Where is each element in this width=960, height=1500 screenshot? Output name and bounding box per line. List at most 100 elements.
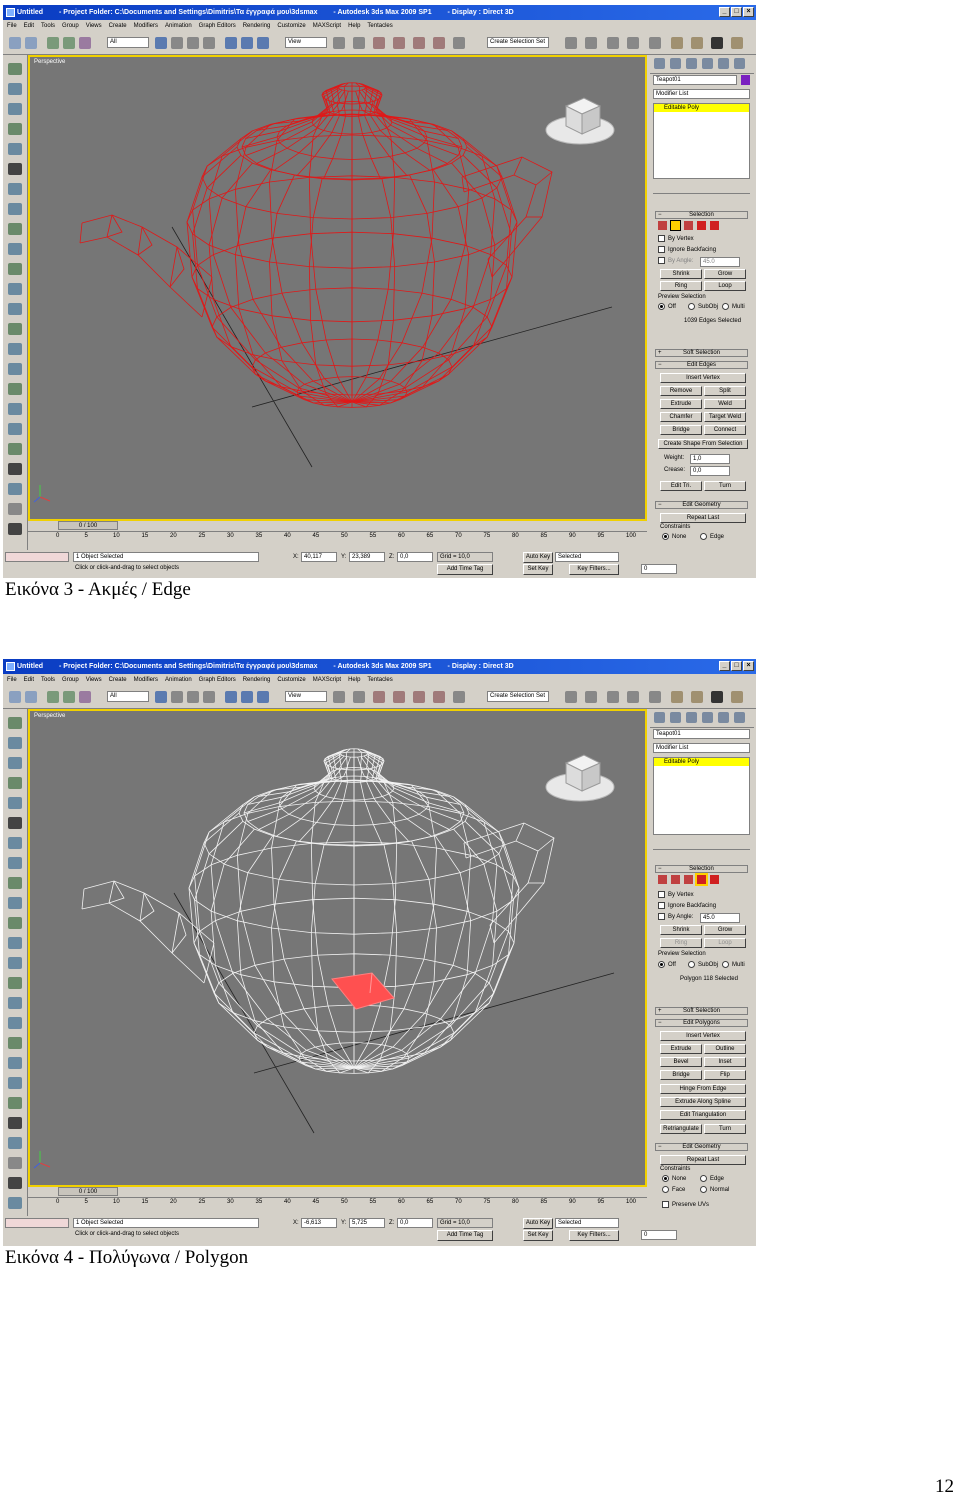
x-coordinate[interactable]: -6,613: [301, 1218, 337, 1228]
menu-tools[interactable]: Tools: [41, 677, 55, 683]
named-selection-set-field[interactable]: Create Selection Set: [487, 37, 549, 48]
window-crossing-icon[interactable]: [203, 691, 215, 703]
vertex-level-icon[interactable]: [658, 875, 667, 884]
tool-icon-1[interactable]: [8, 63, 22, 75]
tool-icon-4[interactable]: [8, 123, 22, 135]
utilities-tab-icon[interactable]: [734, 712, 745, 723]
tool-icon-15[interactable]: [8, 343, 22, 355]
modifier-list-dropdown[interactable]: Modifier List: [653, 743, 750, 753]
track-bar[interactable]: 0 5 10 15 20 25 30 35 40 45 50 55 60 65 70 75 80 85 90 95 10…: [28, 1197, 647, 1208]
preview-subobj-radio[interactable]: SubObj: [688, 303, 718, 311]
flip-button[interactable]: Flip: [704, 1070, 746, 1080]
tool-icon-13[interactable]: [8, 303, 22, 315]
tool-icon-23[interactable]: [8, 1157, 22, 1169]
weight-spinner[interactable]: 1,0: [690, 454, 730, 464]
loop-button[interactable]: Loop: [704, 281, 746, 291]
undo-icon[interactable]: [9, 37, 21, 49]
menu-rendering[interactable]: Rendering: [243, 677, 271, 683]
tool-icon-3[interactable]: [8, 757, 22, 769]
mirror-icon[interactable]: [565, 691, 577, 703]
menu-group[interactable]: Group: [62, 677, 79, 683]
set-key-button[interactable]: Set Key: [523, 564, 553, 575]
schematic-view-icon[interactable]: [649, 691, 661, 703]
tool-icon-10[interactable]: [8, 243, 22, 255]
rollout-edit-polygons[interactable]: − Edit Polygons: [655, 1019, 748, 1027]
ring-button[interactable]: Ring: [660, 281, 702, 291]
rollout-soft-selection[interactable]: + Soft Selection: [655, 349, 748, 357]
tool-icon-12[interactable]: [8, 937, 22, 949]
move-icon[interactable]: [225, 37, 237, 49]
tool-icon-19[interactable]: [8, 423, 22, 435]
preview-off-radio[interactable]: Off: [658, 961, 676, 969]
menu-file[interactable]: File: [7, 23, 17, 29]
unlink-icon[interactable]: [63, 37, 75, 49]
rollout-edit-edges[interactable]: − Edit Edges: [655, 361, 748, 369]
tool-icon-4[interactable]: [8, 777, 22, 789]
pivot-center-icon[interactable]: [333, 37, 345, 49]
constraint-edge-radio[interactable]: Edge: [700, 533, 724, 541]
mirror-icon[interactable]: [565, 37, 577, 49]
edge-level-icon[interactable]: [671, 875, 680, 884]
rendered-frame-window-icon[interactable]: [711, 37, 723, 49]
tool-icon-9[interactable]: [8, 877, 22, 889]
scale-icon[interactable]: [257, 691, 269, 703]
bevel-button[interactable]: Bevel: [660, 1057, 702, 1067]
hinge-from-edge-button[interactable]: Hinge From Edge: [660, 1084, 746, 1094]
angle-spinner[interactable]: 45.0: [700, 257, 740, 267]
modify-tab-icon[interactable]: [670, 712, 681, 723]
object-color-swatch[interactable]: [741, 75, 750, 85]
bridge-button[interactable]: Bridge: [660, 425, 702, 435]
material-editor-icon[interactable]: [671, 691, 683, 703]
rollout-soft-selection[interactable]: + Soft Selection: [655, 1007, 748, 1015]
undo-icon[interactable]: [9, 691, 21, 703]
menu-group[interactable]: Group: [62, 23, 79, 29]
menu-tentacles[interactable]: Tentacles: [367, 23, 392, 29]
tool-icon-14[interactable]: [8, 977, 22, 989]
select-link-icon[interactable]: [47, 37, 59, 49]
tool-icon-8[interactable]: [8, 857, 22, 869]
menu-edit[interactable]: Edit: [24, 677, 34, 683]
render-setup-icon[interactable]: [691, 691, 703, 703]
curve-editor-icon[interactable]: [627, 691, 639, 703]
tool-icon-22[interactable]: [8, 483, 22, 495]
select-by-name-icon[interactable]: [171, 691, 183, 703]
grow-button[interactable]: Grow: [704, 925, 746, 935]
tool-icon-17[interactable]: [8, 383, 22, 395]
bind-space-warp-icon[interactable]: [79, 691, 91, 703]
rollout-selection[interactable]: − Selection: [655, 865, 748, 873]
viewcube-icon[interactable]: [545, 754, 615, 802]
redo-icon[interactable]: [25, 37, 37, 49]
insert-vertex-button[interactable]: Insert Vertex: [660, 1031, 746, 1041]
tool-icon-2[interactable]: [8, 737, 22, 749]
key-filters-button[interactable]: Key Filters...: [569, 564, 619, 575]
modify-tab-icon[interactable]: [670, 58, 681, 69]
ring-button[interactable]: Ring: [660, 938, 702, 948]
tool-icon-24[interactable]: [8, 1177, 22, 1189]
current-frame-field[interactable]: 0: [641, 1230, 677, 1240]
minimize-button[interactable]: _: [719, 7, 730, 17]
create-tab-icon[interactable]: [654, 58, 665, 69]
utilities-tab-icon[interactable]: [734, 58, 745, 69]
menu-views[interactable]: Views: [86, 677, 102, 683]
tool-icon-1[interactable]: [8, 717, 22, 729]
preview-subobj-radio[interactable]: SubObj: [688, 961, 718, 969]
menu-help[interactable]: Help: [348, 23, 360, 29]
tool-icon-3[interactable]: [8, 103, 22, 115]
rollout-edit-geometry[interactable]: − Edit Geometry: [655, 501, 748, 509]
move-icon[interactable]: [225, 691, 237, 703]
tool-icon-8[interactable]: [8, 203, 22, 215]
weld-button[interactable]: Weld: [704, 399, 746, 409]
insert-vertex-button[interactable]: Insert Vertex: [660, 373, 746, 383]
z-coordinate[interactable]: 0,0: [397, 1218, 433, 1228]
tool-icon-2[interactable]: [8, 83, 22, 95]
key-mode-dropdown[interactable]: Selected: [555, 552, 619, 562]
angle-spinner[interactable]: 45.0: [700, 913, 740, 923]
snaps-toggle-icon[interactable]: [373, 691, 385, 703]
tool-icon-11[interactable]: [8, 263, 22, 275]
selection-filter-dropdown[interactable]: All: [107, 691, 149, 702]
current-frame-field[interactable]: 0: [641, 564, 677, 574]
by-vertex-checkbox[interactable]: By Vertex: [658, 891, 694, 899]
tool-icon-23[interactable]: [8, 503, 22, 515]
tool-icon-13[interactable]: [8, 957, 22, 969]
target-weld-button[interactable]: Target Weld: [704, 412, 746, 422]
